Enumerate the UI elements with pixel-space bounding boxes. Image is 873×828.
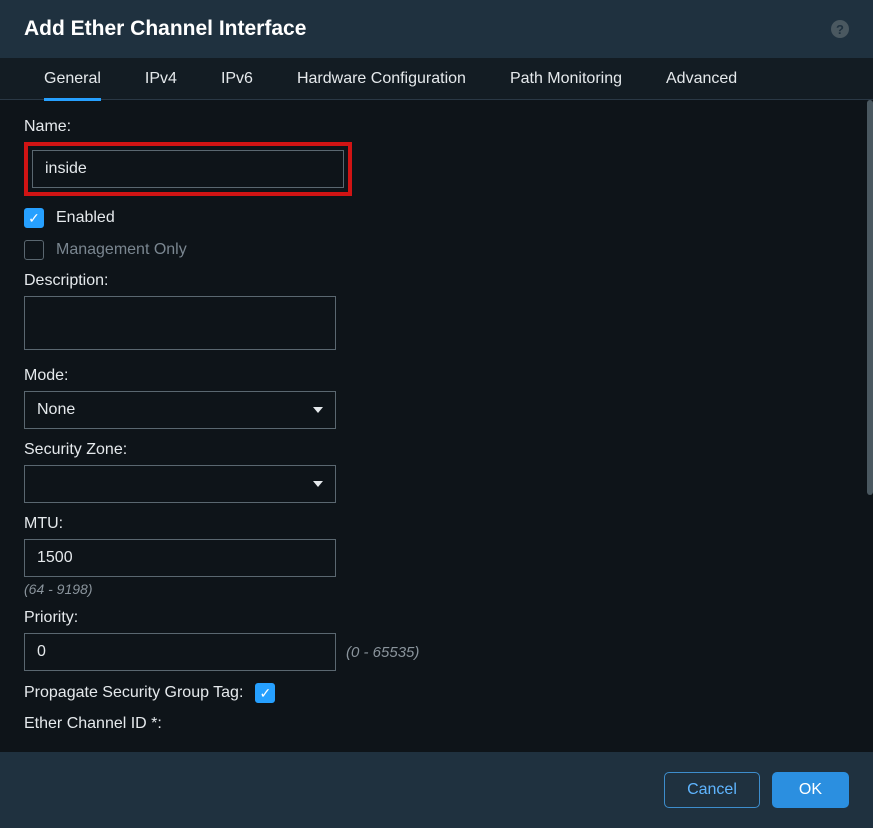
propagate-label: Propagate Security Group Tag:: [24, 684, 243, 702]
mode-label: Mode:: [24, 367, 849, 385]
mtu-hint: (64 - 9198): [24, 581, 849, 597]
priority-hint: (0 - 65535): [346, 644, 419, 661]
cancel-button[interactable]: Cancel: [664, 772, 760, 808]
name-highlight: [24, 142, 352, 196]
priority-input[interactable]: [24, 633, 336, 671]
chevron-down-icon: [313, 407, 323, 413]
tab-ipv6[interactable]: IPv6: [221, 58, 253, 100]
security-zone-select[interactable]: [24, 465, 336, 503]
tab-path-monitoring[interactable]: Path Monitoring: [510, 58, 622, 100]
dialog-title: Add Ether Channel Interface: [24, 17, 306, 41]
name-input[interactable]: [32, 150, 344, 188]
title-bar: Add Ether Channel Interface ?: [0, 0, 873, 58]
description-label: Description:: [24, 272, 849, 290]
tab-advanced[interactable]: Advanced: [666, 58, 737, 100]
dialog-footer: Cancel OK: [0, 752, 873, 828]
priority-label: Priority:: [24, 609, 849, 627]
security-zone-label: Security Zone:: [24, 441, 849, 459]
scrollbar-thumb[interactable]: [867, 100, 873, 495]
description-input[interactable]: [24, 296, 336, 350]
propagate-checkbox[interactable]: ✓: [255, 683, 275, 703]
name-label: Name:: [24, 118, 849, 136]
mode-select[interactable]: None: [24, 391, 336, 429]
tab-ipv4[interactable]: IPv4: [145, 58, 177, 100]
ok-button[interactable]: OK: [772, 772, 849, 808]
tab-general[interactable]: General: [44, 58, 101, 100]
management-only-label: Management Only: [56, 241, 187, 259]
ether-channel-id-label: Ether Channel ID *:: [24, 715, 849, 733]
enabled-checkbox[interactable]: ✓: [24, 208, 44, 228]
mtu-label: MTU:: [24, 515, 849, 533]
help-icon[interactable]: ?: [831, 20, 849, 38]
content-area: Name: ✓ Enabled Management Only Descript…: [0, 100, 873, 752]
chevron-down-icon: [313, 481, 323, 487]
enabled-label: Enabled: [56, 209, 115, 227]
mode-value: None: [37, 401, 75, 419]
tab-bar: General IPv4 IPv6 Hardware Configuration…: [0, 58, 873, 100]
management-only-checkbox[interactable]: [24, 240, 44, 260]
tab-hardware-configuration[interactable]: Hardware Configuration: [297, 58, 466, 100]
mtu-input[interactable]: [24, 539, 336, 577]
